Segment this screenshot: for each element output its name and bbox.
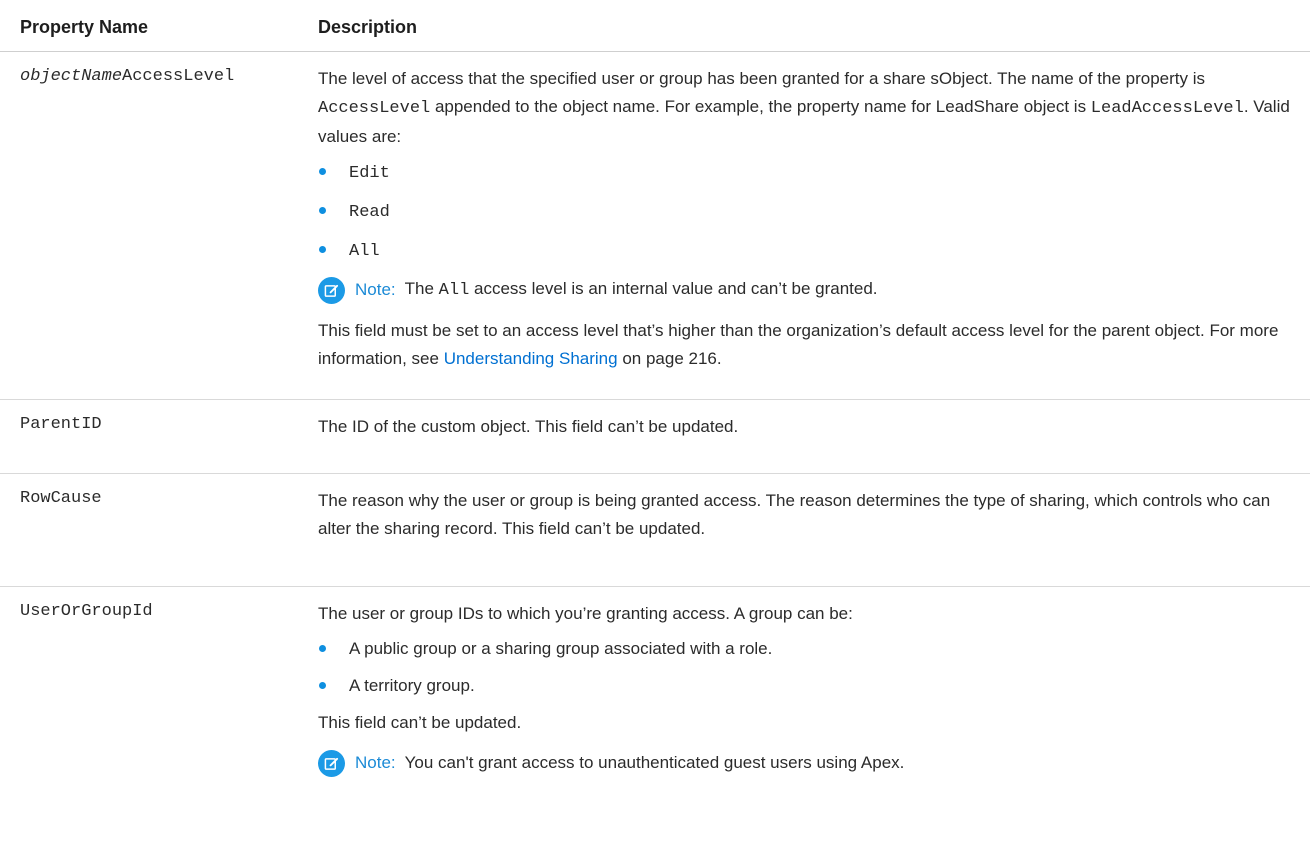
group-types-list: A public group or a sharing group associ…	[318, 635, 1296, 700]
table-row: RowCause The reason why the user or grou…	[0, 473, 1310, 587]
property-name-italic: objectName	[20, 67, 123, 86]
list-item: Edit	[318, 158, 1296, 188]
property-name-cell: objectNameAccessLevel	[0, 51, 310, 400]
note-callout: Note: You can't grant access to unauthen…	[318, 749, 1296, 777]
description-cell: The user or group IDs to which you’re gr…	[310, 587, 1310, 804]
table-row: objectNameAccessLevel The level of acces…	[0, 51, 1310, 400]
table-header-row: Property Name Description	[0, 0, 1310, 52]
note-callout: Note: The All access level is an interna…	[318, 275, 1296, 305]
value-all: All	[349, 242, 380, 261]
description-paragraph: This field can’t be updated.	[318, 713, 522, 732]
list-item: A public group or a sharing group associ…	[318, 635, 1296, 663]
note-edit-icon	[318, 276, 345, 304]
bullet-icon	[319, 645, 326, 652]
desc-text: appended to the object name. For example…	[430, 97, 1091, 116]
description-paragraph: This field must be set to an access leve…	[318, 317, 1296, 373]
code-all: All	[438, 281, 470, 300]
desc-text: The level of access that the specified u…	[318, 69, 1206, 88]
code-access-level: AccessLevel	[318, 99, 431, 118]
value-edit: Edit	[349, 164, 390, 183]
bullet-icon	[319, 246, 326, 253]
desc-text: on page 216.	[617, 349, 722, 368]
note-text-part: access level is an internal value and ca…	[469, 279, 878, 298]
property-name-cell: ParentID	[0, 399, 310, 474]
header-description: Description	[310, 0, 1310, 52]
list-item-text: A public group or a sharing group associ…	[349, 639, 773, 658]
note-text: You can't grant access to unauthenticate…	[404, 753, 905, 772]
list-item: Read	[318, 197, 1296, 227]
property-name-cell: RowCause	[0, 473, 310, 587]
bullet-icon	[319, 168, 326, 175]
property-table: Property Name Description objectNameAcce…	[0, 0, 1310, 803]
note-label: Note:	[355, 280, 396, 299]
list-item-text: A territory group.	[349, 676, 475, 695]
table-row: ParentID The ID of the custom object. Th…	[0, 399, 1310, 474]
note-label: Note:	[355, 753, 396, 772]
description-paragraph: The level of access that the specified u…	[318, 65, 1296, 151]
valid-values-list: Edit Read All	[318, 158, 1296, 266]
understanding-sharing-link[interactable]: Understanding Sharing	[444, 349, 618, 368]
description-cell: The reason why the user or group is bein…	[310, 473, 1310, 587]
description-paragraph: The user or group IDs to which you’re gr…	[318, 604, 853, 623]
bullet-icon	[319, 682, 326, 689]
bullet-icon	[319, 207, 326, 214]
note-text-part: The	[404, 279, 439, 298]
description-cell: The ID of the custom object. This field …	[310, 399, 1310, 474]
note-edit-icon	[318, 749, 345, 777]
table-row: UserOrGroupId The user or group IDs to w…	[0, 587, 1310, 804]
property-name-cell: UserOrGroupId	[20, 602, 153, 621]
value-read: Read	[349, 203, 390, 222]
list-item: A territory group.	[318, 672, 1296, 700]
property-name-suffix: AccessLevel	[122, 67, 235, 86]
note-text: The All access level is an internal valu…	[405, 275, 878, 305]
header-property-name: Property Name	[0, 0, 310, 52]
code-lead-access-level: LeadAccessLevel	[1090, 99, 1244, 118]
list-item: All	[318, 236, 1296, 266]
description-cell: The level of access that the specified u…	[310, 51, 1310, 400]
